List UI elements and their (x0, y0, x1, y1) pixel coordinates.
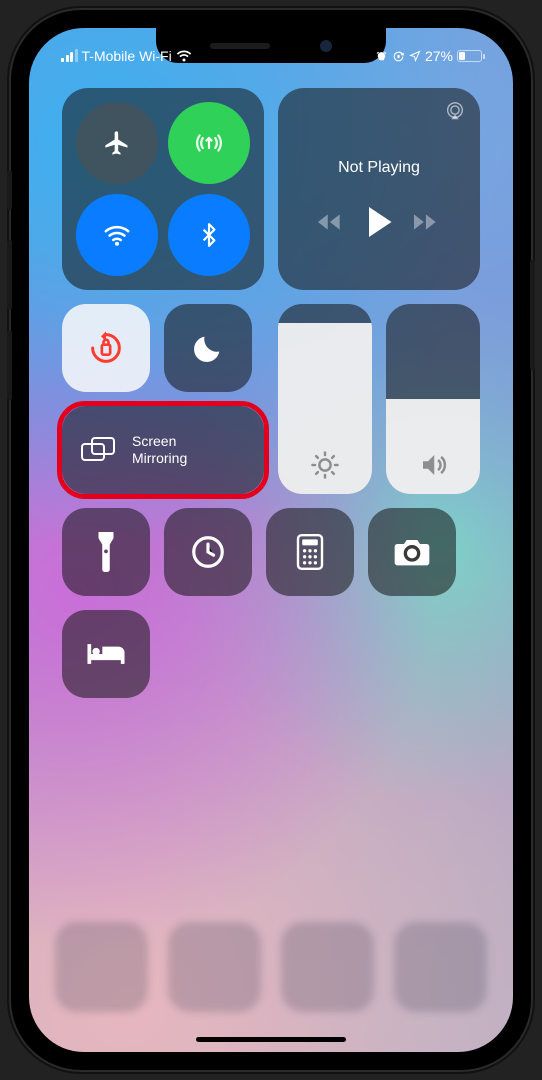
control-center: Not Playing (62, 88, 480, 698)
location-icon (409, 50, 421, 62)
bluetooth-toggle[interactable] (168, 194, 250, 276)
now-playing-label: Not Playing (338, 159, 420, 177)
volume-up-button (7, 240, 12, 310)
carrier-label: T-Mobile Wi-Fi (82, 48, 172, 64)
back-icon[interactable] (318, 211, 344, 233)
status-right: 27% (375, 36, 513, 76)
battery-pct-label: 27% (425, 48, 453, 64)
rotation-lock-icon (86, 328, 126, 368)
play-icon[interactable] (366, 207, 392, 237)
calculator-icon (296, 534, 324, 570)
camera-button[interactable] (368, 508, 456, 596)
camera-icon (392, 536, 432, 568)
sleep-mode-button[interactable] (62, 610, 150, 698)
home-indicator[interactable] (196, 1037, 346, 1042)
bed-icon (85, 639, 127, 669)
moon-icon (191, 331, 225, 365)
cellular-data-toggle[interactable] (168, 102, 250, 184)
silent-switch (7, 170, 12, 210)
do-not-disturb-toggle[interactable] (164, 304, 252, 392)
brightness-icon (310, 450, 340, 480)
bluetooth-icon (196, 222, 222, 248)
screen: T-Mobile Wi-Fi 27% (29, 28, 513, 1052)
wifi-icon (102, 220, 132, 250)
timer-icon (189, 533, 227, 571)
screen-mirroring-label: Screen Mirroring (132, 433, 187, 467)
battery-icon (457, 50, 485, 62)
dock-blur (55, 922, 487, 1012)
status-bar: T-Mobile Wi-Fi 27% (29, 36, 513, 76)
timer-button[interactable] (164, 508, 252, 596)
signal-icon (61, 50, 78, 62)
status-left: T-Mobile Wi-Fi (29, 36, 192, 76)
airplane-mode-toggle[interactable] (76, 102, 158, 184)
airplay-icon[interactable] (444, 100, 466, 122)
volume-icon (418, 450, 448, 480)
connectivity-panel[interactable] (62, 88, 264, 290)
calculator-button[interactable] (266, 508, 354, 596)
music-panel[interactable]: Not Playing (278, 88, 480, 290)
wifi-toggle[interactable] (76, 194, 158, 276)
cellular-icon (194, 128, 224, 158)
volume-down-button (7, 330, 12, 400)
screen-mirroring-button[interactable]: Screen Mirroring (62, 406, 264, 494)
flashlight-button[interactable] (62, 508, 150, 596)
flashlight-icon (93, 532, 119, 572)
airplane-icon (103, 129, 131, 157)
lock-rotation-icon (392, 50, 405, 63)
wifi-icon (176, 50, 192, 62)
rotation-lock-toggle[interactable] (62, 304, 150, 392)
alarm-icon (375, 50, 388, 63)
brightness-slider[interactable] (278, 304, 372, 494)
power-button (530, 260, 535, 370)
volume-slider[interactable] (386, 304, 480, 494)
forward-icon[interactable] (414, 211, 440, 233)
device-frame: T-Mobile Wi-Fi 27% (11, 10, 531, 1070)
screen-mirroring-icon (78, 434, 118, 466)
